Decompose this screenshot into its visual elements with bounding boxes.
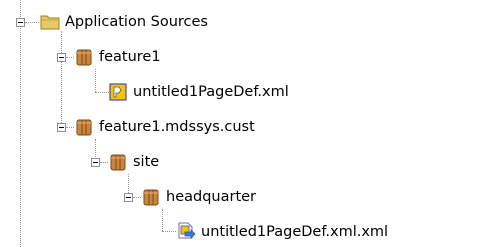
package-icon <box>110 154 126 171</box>
tree-node-label: untitled1PageDef.xml.xml <box>201 224 389 240</box>
tree-node-site[interactable]: site <box>108 149 159 175</box>
tree-guide-line <box>66 127 74 128</box>
tree-guide-line <box>20 0 21 247</box>
tree-node-label: site <box>133 154 160 170</box>
tree-guide-line <box>25 22 39 23</box>
tree-guide-line <box>95 139 96 157</box>
tree-node-feature1-mdssys-cust[interactable]: feature1.mdssys.cust <box>74 114 255 140</box>
tree-guide-line <box>61 31 62 127</box>
collapse-toggle-feature1-mdssys-cust[interactable] <box>57 123 66 132</box>
tree-guide-line <box>95 69 96 92</box>
tree-guide-line <box>162 209 163 231</box>
collapse-toggle-feature1[interactable] <box>57 53 66 62</box>
tree-node-label: feature1 <box>99 49 161 65</box>
tree-guide-line <box>100 162 108 163</box>
tree-node-application-sources[interactable]: Application Sources <box>40 9 208 35</box>
tree-node-untitled1pagedef-xml[interactable]: untitled1PageDef.xml <box>108 79 289 105</box>
tree-node-label: untitled1PageDef.xml <box>133 84 289 100</box>
package-icon <box>143 189 159 206</box>
tree-guide-line <box>162 231 176 232</box>
collapse-toggle-site[interactable] <box>91 158 100 167</box>
collapse-toggle-application-sources[interactable] <box>16 18 25 27</box>
tree-guide-line <box>128 174 129 193</box>
customization-file-icon <box>178 222 196 239</box>
application-navigator-tree: Application Sources feature1 untitled1Pa… <box>0 0 494 247</box>
tree-guide-line <box>133 197 141 198</box>
tree-node-label: Application Sources <box>65 14 208 30</box>
tree-node-headquarter[interactable]: headquarter <box>141 184 256 210</box>
tree-node-feature1[interactable]: feature1 <box>74 44 161 70</box>
pagedef-file-icon <box>109 83 127 101</box>
folder-icon <box>40 15 60 30</box>
tree-guide-line <box>95 92 109 93</box>
tree-node-untitled1pagedef-xml-xml[interactable]: untitled1PageDef.xml.xml <box>176 219 388 245</box>
collapse-toggle-headquarter[interactable] <box>124 193 133 202</box>
package-icon <box>76 119 92 136</box>
tree-guide-line <box>66 57 74 58</box>
tree-node-label: feature1.mdssys.cust <box>99 119 255 135</box>
package-icon <box>76 49 92 66</box>
tree-node-label: headquarter <box>166 189 257 205</box>
